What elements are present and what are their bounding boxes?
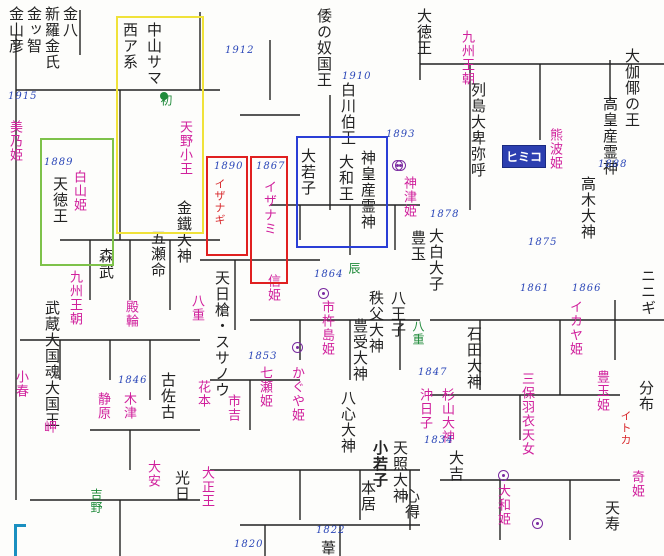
- person-okibiko: 沖日子: [417, 388, 432, 430]
- person-kyushu2: 九州王朝: [67, 270, 82, 326]
- person-izanagi: イザナギ: [213, 178, 226, 226]
- person-ishida: 石田大神: [465, 326, 483, 390]
- green-dot: [160, 92, 168, 100]
- person-toyoyo: 豊玉姫: [594, 370, 609, 412]
- year-1861: 1861: [520, 283, 550, 294]
- year-1864: 1864: [314, 269, 344, 280]
- person-tentoku: 天徳王: [51, 176, 69, 224]
- person-shizuhara: 静原: [95, 392, 110, 420]
- person-kinetsu: 金鐵大神: [175, 200, 193, 264]
- person-igaya: イカヤ姫: [567, 300, 582, 356]
- person-ooyasu: 大安: [145, 460, 160, 488]
- person-ameno-ojo: 天野小王: [177, 120, 192, 176]
- circle-mark-3: [532, 518, 543, 529]
- year-1878: 1878: [430, 209, 460, 220]
- year-1847: 1847: [418, 367, 448, 378]
- year-1867: 1867: [256, 161, 286, 172]
- person-motoori: 本居: [359, 480, 377, 512]
- year-1846: 1846: [118, 375, 148, 386]
- person-koharu: 小春: [13, 370, 28, 398]
- person-hachi-oji-g: 八重: [411, 320, 425, 346]
- person-hanamoto: 花本: [195, 380, 210, 408]
- person-ashi: 葦原: [319, 540, 337, 556]
- year-1834: 1834: [424, 435, 454, 446]
- person-toyouke: 豊受大神: [351, 318, 369, 382]
- person-ichiki: 市杵島姫: [319, 300, 334, 356]
- person-kamitsu: 神津姫: [401, 176, 416, 218]
- person-musashi: 武蔵大国魂大国王: [43, 300, 61, 428]
- person-retto: 列島大卑弥呼: [469, 82, 487, 178]
- person-misaki: 岬: [41, 420, 56, 434]
- person-shinra: 新羅金氏: [43, 6, 61, 70]
- year-1853: 1853: [248, 351, 278, 362]
- person-itoka: イトカ: [619, 410, 632, 446]
- person-oogaya-hime: 熊波姫: [547, 128, 562, 170]
- person-ooshira: 大白大子: [427, 228, 445, 292]
- person-mino-hime: 美乃姫: [7, 120, 22, 162]
- person-toyoma: 豊玉: [409, 230, 427, 262]
- person-kitsu: 木津: [121, 392, 136, 420]
- person-yoshino: 吉野: [89, 488, 103, 514]
- year-1893: 1893: [386, 129, 416, 140]
- person-kokoroe: 心得: [403, 488, 421, 520]
- person-ooyoshi: 大吉: [447, 450, 465, 482]
- person-tenju: 天寿: [603, 500, 621, 532]
- person-wa-king: 倭の奴国王: [315, 8, 333, 88]
- person-tatsu: 辰: [347, 262, 361, 275]
- year-1888: 1888: [598, 159, 628, 170]
- circle-mark-5: [318, 288, 329, 299]
- year-1890: 1890: [214, 161, 244, 172]
- year-1875: 1875: [528, 237, 558, 248]
- person-gojin: 五瀬命: [149, 230, 167, 278]
- year-1915: 1915: [8, 91, 38, 102]
- person-hikari: 光日: [173, 470, 191, 502]
- circle-mark-2: [498, 470, 509, 481]
- person-hachi-oji: 八王子: [389, 290, 407, 338]
- person-moritake: 森武: [97, 248, 115, 280]
- person-chichibu: 秩父大神: [367, 290, 385, 354]
- year-1889: 1889: [44, 157, 74, 168]
- person-bunpu: 分布: [637, 380, 655, 412]
- person-ooyamato-hime: 大和姫: [495, 484, 510, 526]
- year-1820: 1820: [234, 539, 264, 550]
- person-jinnou: 神皇産霊神: [359, 150, 377, 230]
- year-1910: 1910: [342, 71, 372, 82]
- person-oogaya: 大伽倻の王: [623, 48, 641, 128]
- year-1912: 1912: [225, 45, 255, 56]
- person-yae: 八重: [189, 294, 204, 322]
- person-xia-b: 中山サマ: [145, 22, 163, 86]
- person-nanase: 七瀬姫: [257, 366, 272, 408]
- person-kyushu: 九州王朝: [459, 30, 474, 86]
- year-1822: 1822: [316, 525, 346, 536]
- person-hachiman: 八心大神: [339, 390, 357, 454]
- person-ichiyoshi: 市吉: [225, 394, 240, 422]
- person-kaguya: かぐや姫: [289, 366, 304, 422]
- person-ameno-shio: 天日槍・スサノウ: [213, 270, 231, 398]
- year-1866: 1866: [572, 283, 602, 294]
- person-shirakawa: 白川伯王: [339, 82, 357, 146]
- person-kanayama: 金山彦: [7, 6, 25, 54]
- person-izanami: イザナミ: [261, 180, 276, 236]
- person-sanbo: 三保羽衣天女: [519, 372, 534, 456]
- genealogy-chart: 金山彦 金ッ智 新羅金氏 金八 1915 美乃姫 西ア系 中山サマ 初 天野小王…: [0, 0, 664, 556]
- person-xia-a: 西ア系: [121, 22, 139, 70]
- person-shirayama: 白山姫: [71, 170, 86, 212]
- himiko-label: ヒミコ: [502, 145, 547, 168]
- person-kushi: 奇姫: [629, 470, 644, 498]
- person-tonowa: 殿輪: [123, 300, 138, 328]
- person-shinoki: 信姫: [265, 274, 280, 302]
- person-taigo: 大若子: [299, 148, 317, 196]
- person-kinhachi: 金八: [61, 6, 79, 38]
- circle-mark-6: [392, 160, 403, 171]
- person-ooyamato: 大和王: [337, 154, 355, 202]
- person-ninigi: ニニギ: [639, 268, 657, 316]
- person-kosako: 古佐古: [159, 372, 177, 420]
- person-kin-kanechi: 金ッ智: [25, 6, 43, 54]
- person-takagi: 高木大神: [579, 176, 597, 240]
- circle-mark-4: [292, 342, 303, 353]
- person-taisho: 大正王: [199, 466, 214, 508]
- person-tokuka: 大徳王: [415, 8, 433, 56]
